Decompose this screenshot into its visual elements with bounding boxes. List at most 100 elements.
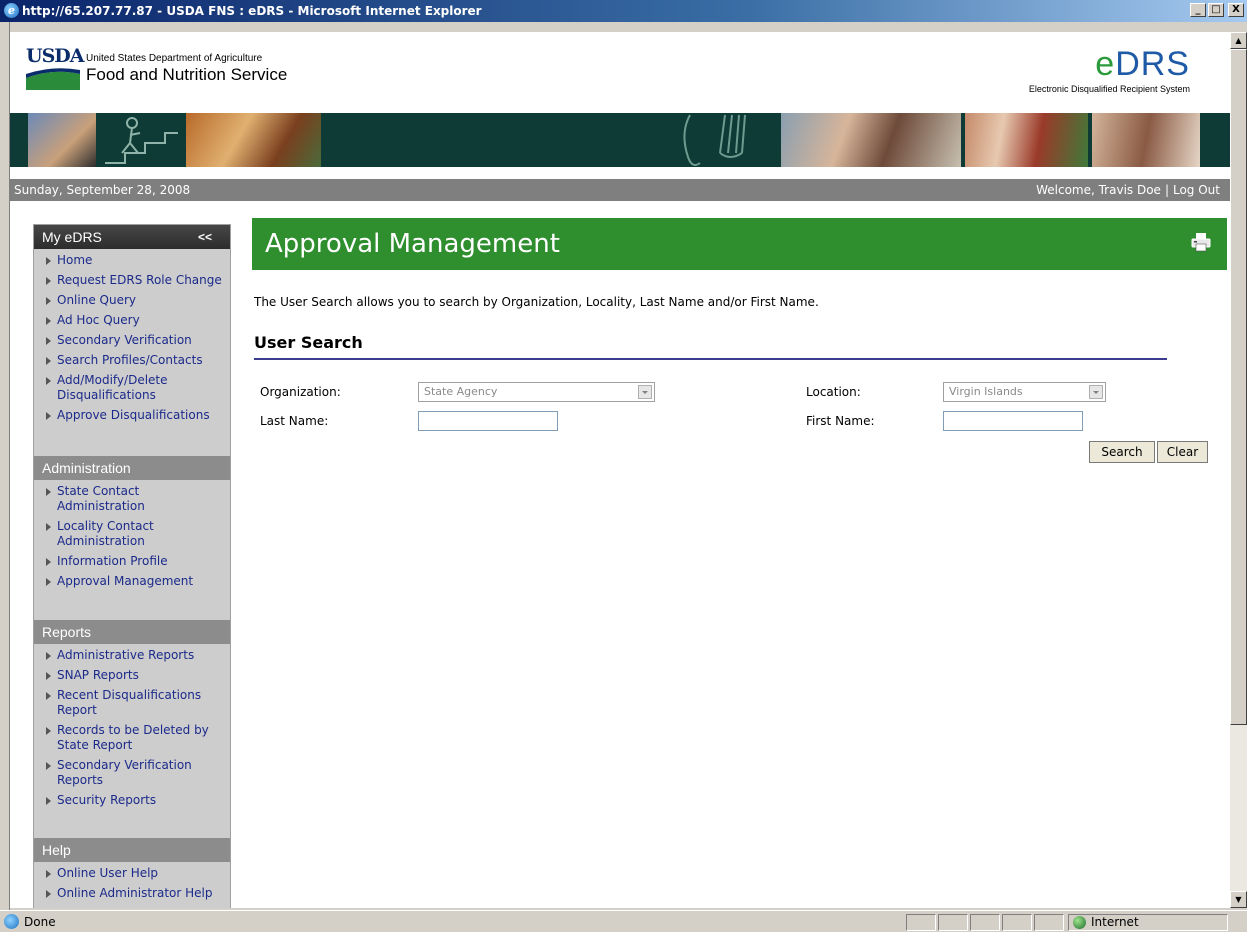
- sidebar-item-approval-management[interactable]: Approval Management: [34, 574, 230, 589]
- fitness-stairs-icon: [105, 117, 178, 164]
- photo-grocery: [965, 113, 1088, 167]
- organization-select[interactable]: State Agency: [418, 382, 655, 402]
- sidebar-item-label: Search Profiles/Contacts: [57, 353, 203, 367]
- sidebar-item-state-contact-admin[interactable]: State Contact Administration: [34, 484, 230, 514]
- page-title-bar: Approval Management: [252, 218, 1227, 270]
- usda-hills-icon: [26, 68, 80, 90]
- location-select[interactable]: Virgin Islands: [943, 382, 1106, 402]
- clear-button[interactable]: Clear: [1157, 441, 1208, 463]
- sidebar-item-online-query[interactable]: Online Query: [34, 293, 230, 308]
- triangle-right-icon: [46, 762, 51, 770]
- help-menu: Online User Help Online Administrator He…: [34, 862, 230, 908]
- sidebar-item-secondary-verification[interactable]: Secondary Verification: [34, 333, 230, 348]
- sidebar-item-ad-hoc-query[interactable]: Ad Hoc Query: [34, 313, 230, 328]
- sidebar-item-approve-disqualifications[interactable]: Approve Disqualifications: [34, 408, 230, 423]
- status-panel: [1002, 914, 1032, 931]
- sidebar-item-search-profiles[interactable]: Search Profiles/Contacts: [34, 353, 230, 368]
- scroll-up-arrow-icon[interactable]: ▲: [1230, 32, 1247, 49]
- triangle-right-icon: [46, 523, 51, 531]
- usda-logo[interactable]: USDA: [26, 46, 85, 92]
- sidebar-item-label: SNAP Reports: [57, 668, 139, 682]
- sidebar-item-locality-contact-admin[interactable]: Locality Contact Administration: [34, 519, 230, 549]
- triangle-right-icon: [46, 412, 51, 420]
- logout-link[interactable]: Log Out: [1173, 183, 1220, 197]
- sidebar-item-secondary-verification-reports[interactable]: Secondary Verification Reports: [34, 758, 230, 788]
- close-button[interactable]: X: [1228, 3, 1244, 17]
- sidebar-item-label: State Contact Administration: [57, 484, 145, 513]
- sidebar-item-label: Online Query: [57, 293, 136, 307]
- collapse-sidebar-button[interactable]: <<: [198, 225, 212, 249]
- sidebar-item-label: Information Profile: [57, 554, 168, 568]
- department-name: United States Department of Agriculture: [86, 53, 263, 64]
- printer-icon[interactable]: [1191, 232, 1211, 252]
- sidebar-item-label: Security Reports: [57, 793, 157, 807]
- sidebar-section-administration: Administration: [34, 456, 230, 480]
- sidebar-item-add-modify-delete[interactable]: Add/Modify/Delete Disqualifications: [34, 373, 230, 403]
- page-done-icon: [4, 914, 19, 929]
- sidebar-item-administrative-reports[interactable]: Administrative Reports: [34, 648, 230, 663]
- sidebar-item-security-reports[interactable]: Security Reports: [34, 793, 230, 808]
- last-name-label: Last Name:: [260, 414, 329, 428]
- scroll-down-arrow-icon[interactable]: ▼: [1230, 891, 1247, 908]
- search-button[interactable]: Search: [1089, 441, 1155, 463]
- sidebar-item-label: Secondary Verification Reports: [57, 758, 192, 787]
- status-panel: [970, 914, 1000, 931]
- current-date: Sunday, September 28, 2008: [14, 183, 191, 197]
- administration-menu: State Contact Administration Locality Co…: [34, 480, 230, 600]
- triangle-right-icon: [46, 727, 51, 735]
- triangle-right-icon: [46, 890, 51, 898]
- sidebar-item-recent-disqualifications[interactable]: Recent Disqualifications Report: [34, 688, 230, 718]
- app-full-name: Electronic Disqualified Recipient System: [1028, 84, 1190, 94]
- triangle-right-icon: [46, 797, 51, 805]
- window-titlebar: e http://65.207.77.87 - USDA FNS : eDRS …: [0, 0, 1247, 22]
- triangle-right-icon: [46, 578, 51, 586]
- minimize-button[interactable]: _: [1190, 3, 1206, 17]
- sidebar-section-reports: Reports: [34, 620, 230, 644]
- status-panel: [906, 914, 936, 931]
- triangle-right-icon: [46, 337, 51, 345]
- browser-statusbar: Done Internet: [0, 910, 1247, 932]
- triangle-right-icon: [46, 317, 51, 325]
- sidebar-section-help: Help: [34, 838, 230, 862]
- sidebar-section-title: Administration: [42, 460, 131, 476]
- sidebar-item-request-role-change[interactable]: Request EDRS Role Change: [34, 273, 230, 288]
- photo-children-playing: [186, 113, 321, 167]
- sidebar-section-my-edrs: My eDRS <<: [34, 225, 230, 249]
- first-name-label: First Name:: [806, 414, 875, 428]
- maximize-button[interactable]: □: [1208, 3, 1224, 17]
- first-name-input[interactable]: [943, 411, 1083, 431]
- sidebar-item-label: Administrative Reports: [57, 648, 195, 662]
- sidebar-item-snap-reports[interactable]: SNAP Reports: [34, 668, 230, 683]
- intro-text: The User Search allows you to search by …: [254, 295, 819, 309]
- browser-frame-left: [0, 22, 10, 910]
- triangle-right-icon: [46, 257, 51, 265]
- site-header: USDA United States Department of Agricul…: [10, 32, 1230, 113]
- agency-name: Food and Nutrition Service: [86, 65, 288, 84]
- sidebar-item-label: Online User Help: [57, 866, 159, 880]
- security-zone-label: Internet: [1091, 915, 1139, 929]
- organization-label: Organization:: [260, 385, 341, 399]
- plate-and-fork-icon: [683, 114, 746, 166]
- internet-explorer-icon: e: [4, 3, 19, 18]
- sidebar-item-information-profile[interactable]: Information Profile: [34, 554, 230, 569]
- header-photo-banner: [10, 113, 1230, 167]
- welcome-text: Welcome, Travis Doe: [1036, 183, 1161, 197]
- status-text-area: Done: [4, 914, 56, 930]
- sidebar-item-records-to-be-deleted[interactable]: Records to be Deleted by State Report: [34, 723, 230, 753]
- triangle-right-icon: [46, 357, 51, 365]
- sidebar-item-online-administrator-help[interactable]: Online Administrator Help: [34, 886, 230, 901]
- vertical-scrollbar[interactable]: ▲ ▼: [1230, 32, 1247, 908]
- scroll-thumb[interactable]: [1230, 49, 1247, 725]
- sidebar-item-home[interactable]: Home: [34, 253, 230, 268]
- triangle-right-icon: [46, 297, 51, 305]
- photo-basketball: [28, 113, 96, 167]
- location-selected-value: Virgin Islands: [949, 385, 1023, 398]
- last-name-input[interactable]: [418, 411, 558, 431]
- sidebar-item-online-user-help[interactable]: Online User Help: [34, 866, 230, 881]
- internet-globe-icon: [1073, 916, 1086, 929]
- sidebar-section-title: My eDRS: [42, 229, 102, 245]
- sidebar-item-label: Home: [57, 253, 93, 267]
- my-edrs-menu: Home Request EDRS Role Change Online Que…: [34, 249, 230, 434]
- organization-selected-value: State Agency: [424, 385, 498, 398]
